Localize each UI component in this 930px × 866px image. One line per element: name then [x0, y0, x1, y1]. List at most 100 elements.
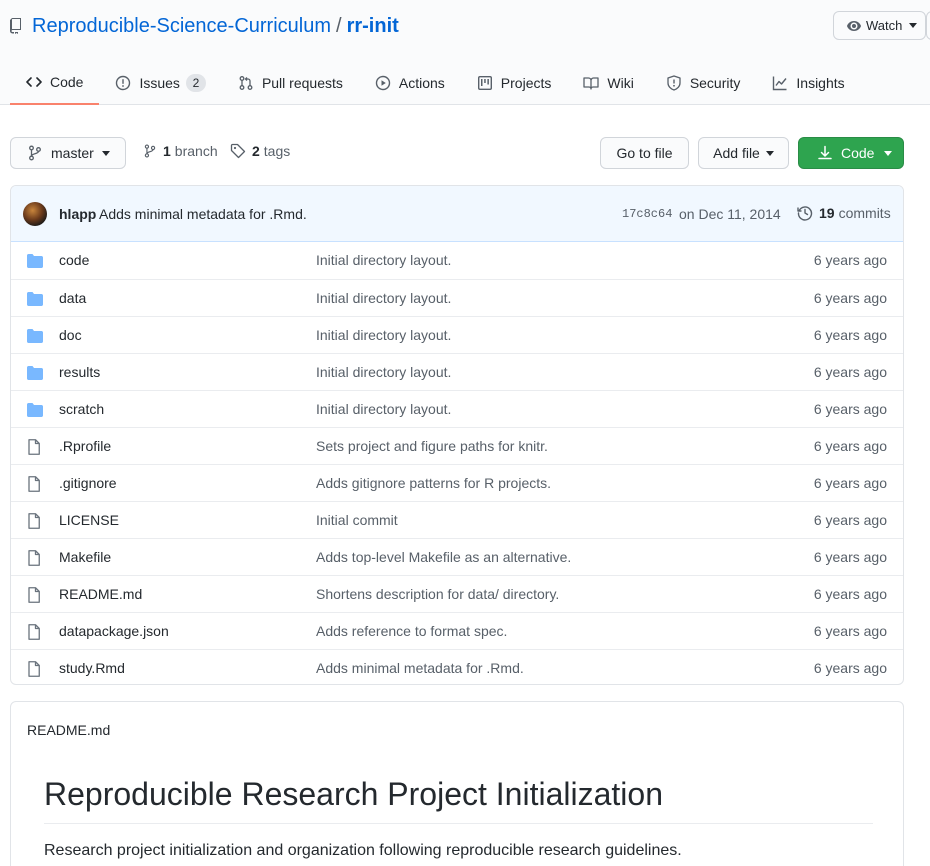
file-commit-message-link[interactable]: Initial directory layout.	[316, 364, 451, 380]
file-row[interactable]: code Initial directory layout. 6 years ago	[11, 242, 903, 279]
file-commit-age: 6 years ago	[813, 623, 887, 639]
caret-down-icon	[101, 150, 110, 156]
tags-link[interactable]: 2 tags	[230, 143, 290, 159]
file-row[interactable]: LICENSE Initial commit 6 years ago	[11, 501, 903, 538]
commit-message-link[interactable]: Adds minimal metadata for .Rmd.	[99, 206, 307, 222]
file-commit-message-link[interactable]: Initial directory layout.	[316, 401, 451, 417]
file-table: hlapp Adds minimal metadata for .Rmd. 17…	[10, 185, 904, 685]
go-to-file-button[interactable]: Go to file	[600, 137, 689, 169]
star-button[interactable]	[926, 11, 930, 40]
commit-date: on Dec 11, 2014	[679, 206, 781, 222]
folder-icon	[27, 292, 43, 306]
file-commit-age: 6 years ago	[813, 290, 887, 306]
file-commit-message-link[interactable]: Shortens description for data/ directory…	[316, 586, 559, 602]
repo-icon	[10, 18, 22, 34]
file-icon	[27, 439, 41, 455]
file-name-link[interactable]: code	[59, 252, 89, 268]
file-commit-age: 6 years ago	[813, 660, 887, 676]
avatar[interactable]	[23, 202, 47, 226]
code-download-button[interactable]: Code	[798, 137, 904, 169]
book-icon	[583, 75, 600, 91]
file-commit-message-link[interactable]: Initial directory layout.	[316, 290, 451, 306]
file-row[interactable]: Makefile Adds top-level Makefile as an al…	[11, 538, 903, 575]
tab-label: Wiki	[607, 74, 634, 91]
file-name-link[interactable]: scratch	[59, 401, 104, 417]
file-commit-message-link[interactable]: Initial directory layout.	[316, 252, 451, 268]
readme-box: README.md Reproducible Research Project …	[10, 701, 904, 866]
file-row[interactable]: doc Initial directory layout. 6 years ago	[11, 316, 903, 353]
file-commit-age: 6 years ago	[813, 438, 887, 454]
commit-sha-link[interactable]: 17c8c64	[622, 207, 672, 221]
tab-projects[interactable]: Projects	[461, 60, 568, 105]
folder-icon	[27, 254, 43, 268]
file-row[interactable]: study.Rmd Adds minimal metadata for .Rmd.…	[11, 649, 903, 684]
tag-icon	[230, 143, 246, 159]
file-commit-message-link[interactable]: Adds gitignore patterns for R projects.	[316, 475, 551, 491]
repo-tabs: Code Issues 2 Pull requests Actions Proj…	[10, 60, 861, 105]
tab-label: Security	[689, 74, 741, 91]
file-list: code Initial directory layout. 6 years ago…	[11, 242, 903, 684]
file-name-link[interactable]: LICENSE	[59, 512, 119, 528]
file-row[interactable]: scratch Initial directory layout. 6 years …	[11, 390, 903, 427]
commit-author-link[interactable]: hlapp	[59, 206, 96, 222]
file-name-link[interactable]: results	[59, 364, 100, 380]
file-commit-age: 6 years ago	[813, 401, 887, 417]
eye-icon	[846, 18, 862, 34]
file-commit-age: 6 years ago	[813, 549, 887, 565]
file-commit-message-link[interactable]: Adds top-level Makefile as an alternativ…	[316, 549, 571, 565]
tags-label: tags	[263, 143, 291, 159]
file-row[interactable]: data Initial directory layout. 6 years ago	[11, 279, 903, 316]
tab-pull-requests[interactable]: Pull requests	[222, 60, 359, 105]
file-name-link[interactable]: Makefile	[59, 549, 111, 565]
tab-insights[interactable]: Insights	[756, 60, 860, 105]
file-row[interactable]: datapackage.json Adds reference to format…	[11, 612, 903, 649]
file-icon	[27, 587, 41, 603]
file-name-link[interactable]: .gitignore	[59, 475, 117, 491]
commits-label: commits	[838, 205, 891, 221]
code-icon	[26, 74, 42, 90]
watch-button[interactable]: Watch	[833, 11, 926, 40]
tab-actions[interactable]: Actions	[359, 60, 461, 105]
file-name-link[interactable]: datapackage.json	[59, 623, 169, 639]
code-button-label: Code	[841, 145, 875, 161]
repo-owner-link[interactable]: Reproducible-Science-Curriculum	[32, 15, 331, 38]
caret-down-icon	[909, 23, 918, 28]
tab-wiki[interactable]: Wiki	[567, 60, 649, 105]
file-icon	[27, 513, 41, 529]
readme-filename[interactable]: README.md	[27, 722, 110, 738]
file-row[interactable]: .Rprofile Sets project and figure paths f…	[11, 427, 903, 464]
tab-issues[interactable]: Issues 2	[99, 60, 221, 105]
branch-icon	[27, 145, 43, 161]
file-row[interactable]: results Initial directory layout. 6 years …	[11, 353, 903, 390]
tags-count: 2	[252, 143, 260, 159]
file-commit-message-link[interactable]: Sets project and figure paths for knitr.	[316, 438, 548, 454]
file-icon	[27, 476, 41, 492]
commits-history-link[interactable]: 19 commits	[797, 205, 891, 221]
tab-security[interactable]: Security	[650, 60, 757, 105]
latest-commit-bar: hlapp Adds minimal metadata for .Rmd. 17…	[11, 186, 903, 242]
add-file-button[interactable]: Add file	[698, 137, 789, 169]
repo-name-link[interactable]: rr-init	[347, 15, 399, 38]
file-row[interactable]: README.md Shortens description for data/ …	[11, 575, 903, 612]
file-commit-age: 6 years ago	[813, 364, 887, 380]
file-commit-message-link[interactable]: Adds reference to format spec.	[316, 623, 507, 639]
tab-label: Actions	[398, 74, 445, 91]
branches-link[interactable]: 1 branch	[143, 143, 218, 159]
tab-code[interactable]: Code	[10, 60, 100, 105]
file-name-link[interactable]: study.Rmd	[59, 660, 125, 676]
file-row[interactable]: .gitignore Adds gitignore patterns for R …	[11, 464, 903, 501]
folder-icon	[27, 329, 43, 343]
file-commit-age: 6 years ago	[813, 252, 887, 268]
pull-request-icon	[238, 75, 254, 91]
file-name-link[interactable]: .Rprofile	[59, 438, 111, 454]
download-icon	[817, 145, 833, 161]
file-commit-message-link[interactable]: Adds minimal metadata for .Rmd.	[316, 660, 524, 676]
repo-separator: /	[336, 14, 342, 37]
file-name-link[interactable]: data	[59, 290, 86, 306]
branch-select-button[interactable]: master	[10, 137, 126, 169]
file-commit-message-link[interactable]: Initial commit	[316, 512, 398, 528]
file-name-link[interactable]: doc	[59, 327, 82, 343]
file-icon	[27, 624, 41, 640]
file-commit-message-link[interactable]: Initial directory layout.	[316, 327, 451, 343]
file-name-link[interactable]: README.md	[59, 586, 142, 602]
